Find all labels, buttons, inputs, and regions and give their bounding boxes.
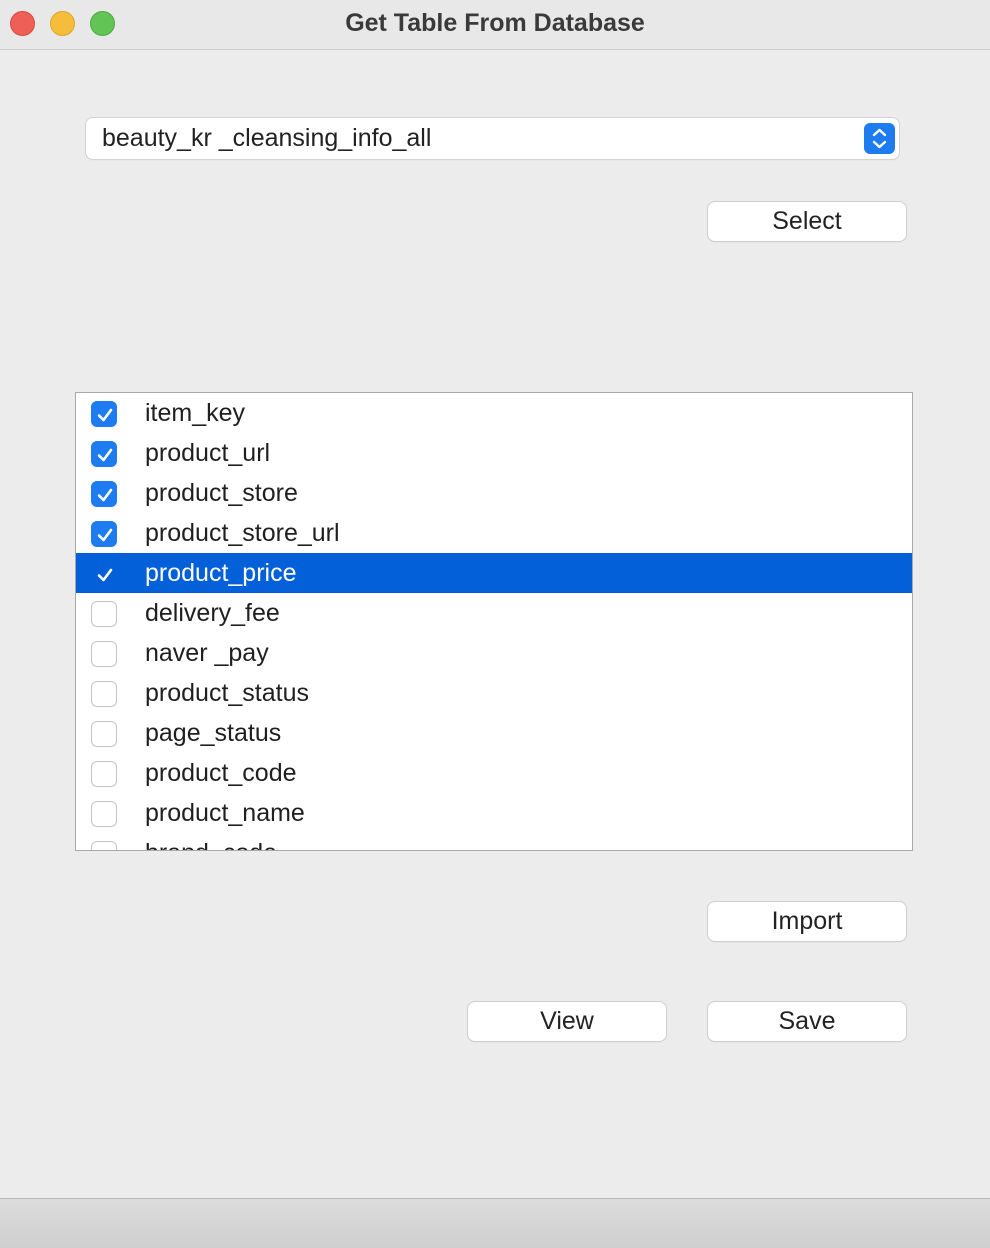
checkbox-unchecked[interactable] xyxy=(91,681,117,707)
column-item-label: delivery_fee xyxy=(145,599,280,627)
dropdown-chevron-icon[interactable] xyxy=(864,123,895,154)
select-button[interactable]: Select xyxy=(708,202,906,241)
column-item-label: product_code xyxy=(145,759,297,787)
column-item-label: product_name xyxy=(145,799,305,827)
checkbox-unchecked[interactable] xyxy=(91,761,117,787)
checkbox-unchecked[interactable] xyxy=(91,601,117,627)
column-item-label: brand_code xyxy=(145,839,277,850)
checkbox-unchecked[interactable] xyxy=(91,841,117,850)
import-button[interactable]: Import xyxy=(708,902,906,941)
column-list-item[interactable]: item_key xyxy=(76,393,912,433)
column-item-label: naver _pay xyxy=(145,639,269,667)
column-list-item[interactable]: naver _pay xyxy=(76,633,912,673)
column-item-label: product_price xyxy=(145,559,297,587)
column-item-label: item_key xyxy=(145,399,246,427)
column-item-label: product_status xyxy=(145,679,309,707)
checkmark-icon xyxy=(97,488,113,502)
column-list-item[interactable]: delivery_fee xyxy=(76,593,912,633)
title-bar: Get Table From Database xyxy=(0,0,990,50)
column-list-item[interactable]: product_url xyxy=(76,433,912,473)
column-list-item[interactable]: brand_code xyxy=(76,833,912,850)
column-item-label: page_status xyxy=(145,719,282,747)
column-checklist[interactable]: item_key product_url product_store product_… xyxy=(75,392,913,851)
checkmark-icon xyxy=(97,528,113,542)
column-item-label: product_store xyxy=(145,479,298,507)
column-list-item[interactable]: product_store xyxy=(76,473,912,513)
checkmark-icon xyxy=(97,408,113,422)
table-select-dropdown[interactable]: beauty_kr _cleansing_info_all xyxy=(86,118,899,159)
checkbox-checked[interactable] xyxy=(91,481,117,507)
column-list-item[interactable]: product_store_url xyxy=(76,513,912,553)
table-select-value: beauty_kr _cleansing_info_all xyxy=(102,124,432,152)
checkbox-checked[interactable] xyxy=(91,561,117,587)
checkbox-unchecked[interactable] xyxy=(91,801,117,827)
window-title: Get Table From Database xyxy=(345,9,645,37)
column-list-item[interactable]: page_status xyxy=(76,713,912,753)
column-item-label: product_url xyxy=(145,439,271,467)
checkbox-checked[interactable] xyxy=(91,521,117,547)
view-button[interactable]: View xyxy=(468,1002,666,1041)
column-item-label: product_store_url xyxy=(145,519,340,547)
column-list-item[interactable]: product_price xyxy=(76,553,912,593)
checkbox-unchecked[interactable] xyxy=(91,721,117,747)
bottom-bar xyxy=(0,1198,990,1248)
checkbox-unchecked[interactable] xyxy=(91,641,117,667)
checkmark-icon xyxy=(97,448,113,462)
column-list-item[interactable]: product_name xyxy=(76,793,912,833)
column-list-item[interactable]: product_code xyxy=(76,753,912,793)
checkbox-checked[interactable] xyxy=(91,401,117,427)
save-button[interactable]: Save xyxy=(708,1002,906,1041)
app-window: Get Table From Database beauty_kr _clean… xyxy=(0,0,990,1248)
column-list-item[interactable]: product_status xyxy=(76,673,912,713)
checkbox-checked[interactable] xyxy=(91,441,117,467)
checkmark-icon xyxy=(97,568,113,582)
